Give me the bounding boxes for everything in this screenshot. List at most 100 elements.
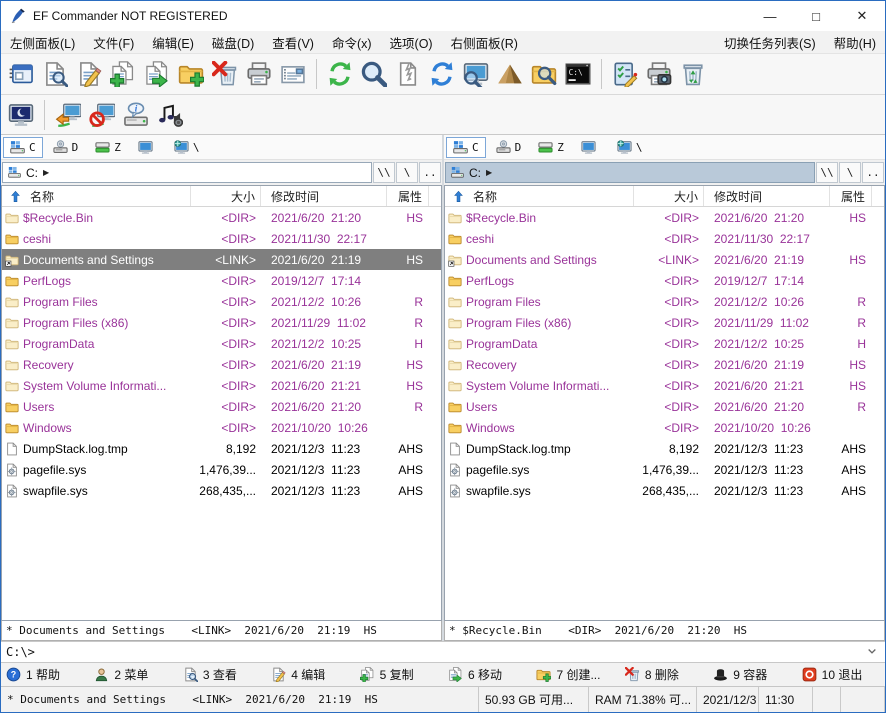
drive-tab-desktop[interactable] <box>131 137 164 158</box>
file-row[interactable]: ProgramData<DIR>2021/12/2 10:25H <box>445 333 884 354</box>
menu-item-6[interactable]: 选项(O) <box>381 31 442 53</box>
drive-tab-D[interactable]: D <box>489 137 529 158</box>
menu-item-3[interactable]: 磁盘(D) <box>203 31 263 53</box>
drive-tab-C[interactable]: C <box>3 137 43 158</box>
file-row[interactable]: Users<DIR>2021/6/20 21:20R <box>445 396 884 417</box>
drive-tab-C[interactable]: C <box>446 137 486 158</box>
audio-button[interactable] <box>153 98 187 132</box>
card-button[interactable] <box>276 57 310 91</box>
menu-item-5[interactable]: 命令(x) <box>323 31 381 53</box>
path-parent-button[interactable]: .. <box>862 162 884 183</box>
file-row[interactable]: swapfile.sys268,435,...2021/12/3 11:23AH… <box>2 480 441 501</box>
file-row[interactable]: DumpStack.log.tmp8,1922021/12/3 11:23AHS <box>2 438 441 459</box>
column-header-size[interactable]: 大小 <box>191 186 261 206</box>
file-row[interactable]: DumpStack.log.tmp8,1922021/12/3 11:23AHS <box>445 438 884 459</box>
fn-exit-button[interactable]: 10 退出 <box>797 663 885 686</box>
screen-search-button[interactable] <box>459 57 493 91</box>
path-parent-button[interactable]: .. <box>419 162 441 183</box>
recycle-bin-button[interactable] <box>676 57 710 91</box>
menu-item-right-1[interactable]: 帮助(H) <box>825 31 885 53</box>
copy-button[interactable] <box>106 57 140 91</box>
compare-button[interactable] <box>391 57 425 91</box>
file-row[interactable]: Windows<DIR>2021/10/20 10:26 <box>2 417 441 438</box>
checklist-button[interactable] <box>608 57 642 91</box>
file-row[interactable]: swapfile.sys268,435,...2021/12/3 11:23AH… <box>445 480 884 501</box>
column-header-modified[interactable]: 修改时间 <box>261 186 387 206</box>
refresh-green-button[interactable] <box>323 57 357 91</box>
fn-delete-button[interactable]: 8 删除 <box>620 663 708 686</box>
maximize-button[interactable]: □ <box>793 1 839 31</box>
file-row[interactable]: Recovery<DIR>2021/6/20 21:19HS <box>445 354 884 375</box>
path-root-button[interactable]: \ <box>396 162 418 183</box>
search-button[interactable] <box>357 57 391 91</box>
drive-tab-D[interactable]: D <box>46 137 86 158</box>
drive-tab-Z[interactable]: Z <box>88 137 128 158</box>
file-row[interactable]: $Recycle.Bin<DIR>2021/6/20 21:20HS <box>2 207 441 228</box>
pyramid-button[interactable] <box>493 57 527 91</box>
folder-search-button[interactable] <box>527 57 561 91</box>
file-row[interactable]: PerfLogs<DIR>2019/12/7 17:14 <box>2 270 441 291</box>
column-header-name[interactable]: 名称 <box>445 186 634 206</box>
fn-help-button[interactable]: ?1 帮助 <box>1 663 89 686</box>
panels-button[interactable] <box>4 57 38 91</box>
menu-item-7[interactable]: 右侧面板(R) <box>442 31 527 53</box>
path-network-button[interactable]: \\ <box>373 162 395 183</box>
terminal-button[interactable]: C:\ <box>561 57 595 91</box>
file-row[interactable]: Program Files<DIR>2021/12/2 10:26R <box>445 291 884 312</box>
column-header-modified[interactable]: 修改时间 <box>704 186 830 206</box>
drive-tab-\[interactable]: \ <box>610 137 650 158</box>
file-row[interactable]: pagefile.sys1,476,39...2021/12/3 11:23AH… <box>445 459 884 480</box>
file-row[interactable]: Program Files (x86)<DIR>2021/11/29 11:02… <box>445 312 884 333</box>
print-button[interactable] <box>242 57 276 91</box>
column-header-size[interactable]: 大小 <box>634 186 704 206</box>
file-row[interactable]: Windows<DIR>2021/10/20 10:26 <box>445 417 884 438</box>
minimize-button[interactable]: — <box>747 1 793 31</box>
file-row[interactable]: Program Files<DIR>2021/12/2 10:26R <box>2 291 441 312</box>
menu-item-2[interactable]: 编辑(E) <box>143 31 203 53</box>
fn-edit-file-button[interactable]: 4 编辑 <box>266 663 354 686</box>
file-row[interactable]: System Volume Informati...<DIR>2021/6/20… <box>445 375 884 396</box>
column-header-attr[interactable]: 属性 <box>387 186 429 206</box>
column-header-name[interactable]: 名称 <box>2 186 191 206</box>
refresh-blue-button[interactable] <box>425 57 459 91</box>
file-row[interactable]: ceshi<DIR>2021/11/30 22:17 <box>445 228 884 249</box>
drive-tab-Z[interactable]: Z <box>531 137 571 158</box>
edit-file-button[interactable] <box>72 57 106 91</box>
file-row[interactable]: PerfLogs<DIR>2019/12/7 17:14 <box>445 270 884 291</box>
menu-item-1[interactable]: 文件(F) <box>84 31 143 53</box>
file-row[interactable]: Users<DIR>2021/6/20 21:20R <box>2 396 441 417</box>
delete-button[interactable] <box>208 57 242 91</box>
path-display[interactable]: C:▶ <box>2 162 372 183</box>
menu-item-4[interactable]: 查看(V) <box>263 31 323 53</box>
fn-tophat-button[interactable]: 9 容器 <box>708 663 796 686</box>
monitor-off-button[interactable] <box>4 98 38 132</box>
path-display[interactable]: C:▶ <box>445 162 815 183</box>
chevron-down-icon[interactable] <box>864 647 880 657</box>
fn-new-folder-button[interactable]: 7 创建... <box>531 663 619 686</box>
drive-tab-desktop[interactable] <box>574 137 607 158</box>
drive-info-button[interactable]: i <box>119 98 153 132</box>
drive-tab-\[interactable]: \ <box>167 137 207 158</box>
map-drive-button[interactable] <box>51 98 85 132</box>
file-row[interactable]: ProgramData<DIR>2021/12/2 10:25H <box>2 333 441 354</box>
view-file-button[interactable] <box>38 57 72 91</box>
print-screen-button[interactable] <box>642 57 676 91</box>
close-button[interactable]: ✕ <box>839 1 885 31</box>
fn-view-file-button[interactable]: 3 查看 <box>178 663 266 686</box>
file-row[interactable]: pagefile.sys1,476,39...2021/12/3 11:23AH… <box>2 459 441 480</box>
file-row[interactable]: Program Files (x86)<DIR>2021/11/29 11:02… <box>2 312 441 333</box>
menu-item-0[interactable]: 左侧面板(L) <box>1 31 84 53</box>
file-row[interactable]: Documents and Settings<LINK>2021/6/20 21… <box>2 249 441 270</box>
file-row[interactable]: $Recycle.Bin<DIR>2021/6/20 21:20HS <box>445 207 884 228</box>
file-row[interactable]: ceshi<DIR>2021/11/30 22:17 <box>2 228 441 249</box>
move-button[interactable] <box>140 57 174 91</box>
unmap-drive-button[interactable] <box>85 98 119 132</box>
menu-item-right-0[interactable]: 切换任务列表(S) <box>715 31 825 53</box>
command-line[interactable]: C:\> <box>1 641 885 663</box>
path-network-button[interactable]: \\ <box>816 162 838 183</box>
new-folder-button[interactable] <box>174 57 208 91</box>
fn-copy-button[interactable]: 5 复制 <box>355 663 443 686</box>
column-header-attr[interactable]: 属性 <box>830 186 872 206</box>
file-row[interactable]: System Volume Informati...<DIR>2021/6/20… <box>2 375 441 396</box>
path-root-button[interactable]: \ <box>839 162 861 183</box>
